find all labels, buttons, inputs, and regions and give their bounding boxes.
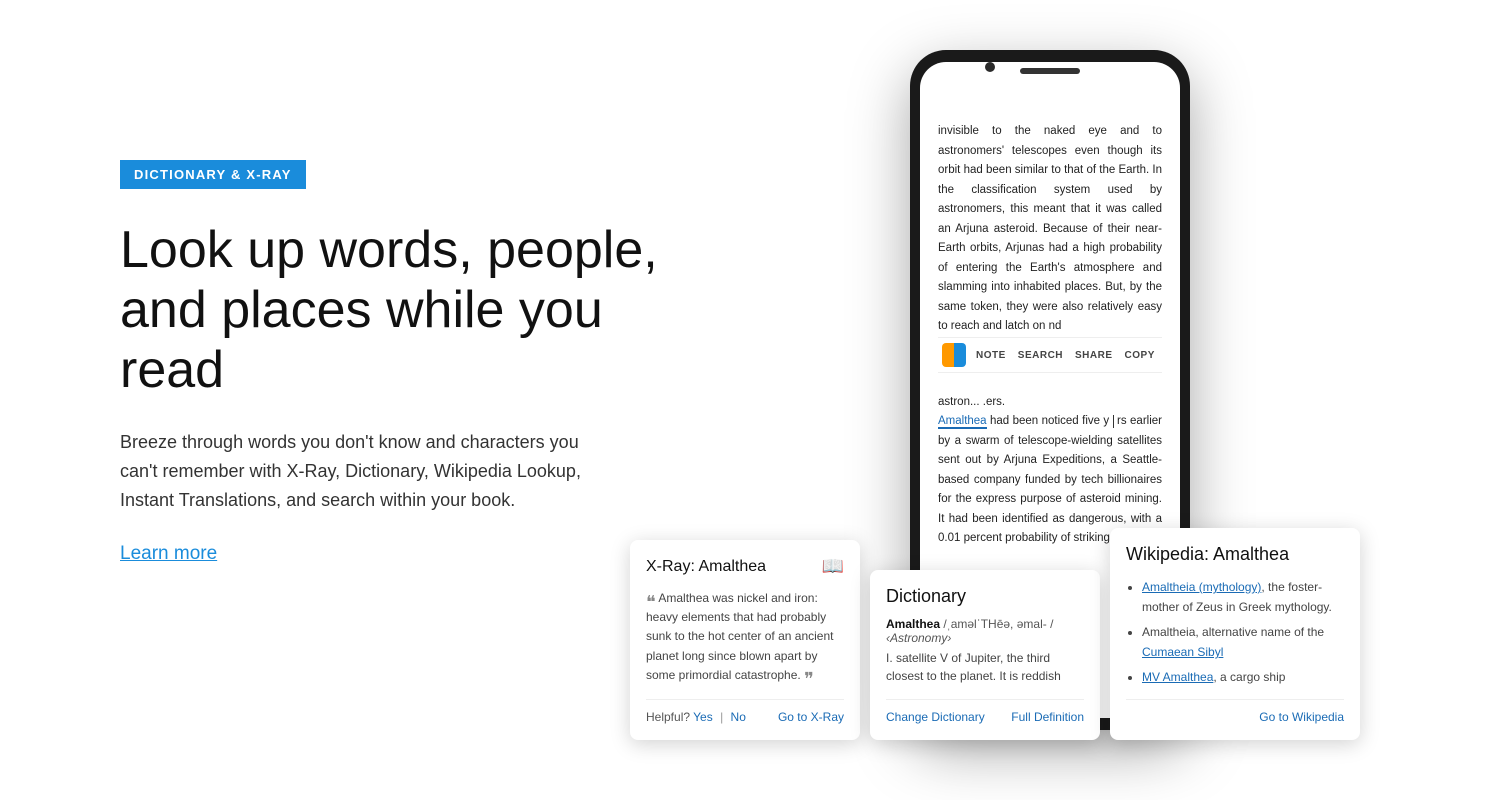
cards-area: X-Ray: Amalthea 📖 ❝ Amalthea was nickel …: [600, 580, 1500, 800]
dictionary-card: Dictionary Amalthea /ˌaməlˈTHēə, əmal- /…: [870, 570, 1100, 740]
wiki-list: Amaltheia (mythology), the foster-mother…: [1126, 577, 1344, 687]
go-to-xray-link[interactable]: Go to X-Ray: [778, 710, 844, 724]
learn-more-link[interactable]: Learn more: [120, 543, 217, 564]
wiki-link-2[interactable]: Cumaean Sibyl: [1142, 645, 1223, 659]
dict-word: Amalthea: [886, 617, 940, 631]
dict-word-line: Amalthea /ˌaməlˈTHēə, əmal- /: [886, 617, 1084, 631]
wiki-card-footer: Go to Wikipedia: [1126, 699, 1344, 724]
book-text-p5: rs earlier: [1117, 415, 1162, 427]
headline: Look up words, people, and places while …: [120, 221, 680, 400]
helpful-yes[interactable]: Yes: [693, 710, 713, 724]
xray-card-quote: ❝ Amalthea was nickel and iron: heavy el…: [646, 589, 844, 685]
dict-definition: I. satellite V of Jupiter, the third clo…: [886, 649, 1084, 685]
wiki-list-item-2: Amaltheia, alternative name of the Cumae…: [1142, 622, 1344, 663]
quote-close: ❞: [804, 669, 814, 689]
xray-card-footer: Helpful? Yes | No Go to X-Ray: [646, 699, 844, 724]
book-text-content: invisible to the naked eye and to astron…: [920, 62, 1180, 565]
full-definition-link[interactable]: Full Definition: [1011, 710, 1084, 724]
wiki-link-3[interactable]: MV Amalthea: [1142, 670, 1213, 684]
wikipedia-card: Wikipedia: Amalthea Amaltheia (mythology…: [1110, 528, 1360, 740]
left-panel: DICTIONARY & X-RAY Look up words, people…: [120, 160, 680, 565]
dict-card-footer: Change Dictionary Full Definition: [886, 699, 1084, 724]
headline-line1: Look up words, people,: [120, 221, 658, 279]
xray-card-title: X-Ray: Amalthea: [646, 558, 766, 576]
book-text-ers: .ers.: [983, 396, 1005, 408]
phone-camera: [985, 62, 995, 72]
badge-label: DICTIONARY & X-RAY: [134, 167, 292, 182]
wiki-list-item-1: Amaltheia (mythology), the foster-mother…: [1142, 577, 1344, 618]
book-text-astron: astron...: [938, 396, 980, 408]
phone-area: invisible to the naked eye and to astron…: [600, 0, 1500, 800]
kindle-icon-left: [942, 343, 954, 367]
xray-card-title-row: X-Ray: Amalthea 📖: [646, 556, 844, 577]
go-to-wikipedia-link[interactable]: Go to Wikipedia: [1259, 710, 1344, 724]
dict-pronunciation: /ˌaməlˈTHēə, əmal- /: [943, 617, 1053, 631]
helpful-label: Helpful?: [646, 710, 690, 724]
dict-category: ‹Astronomy›: [886, 631, 1084, 645]
phone-speaker: [1020, 68, 1080, 74]
subtext: Breeze through words you don't know and …: [120, 428, 620, 514]
wiki-card-title: Wikipedia: Amalthea: [1126, 544, 1344, 565]
book-text-p4: had been noticed five y: [990, 415, 1109, 427]
toolbar-note-btn[interactable]: NOTE: [970, 343, 1012, 368]
toolbar-search-btn[interactable]: SEARCH: [1012, 343, 1069, 368]
change-dictionary-link[interactable]: Change Dictionary: [886, 710, 985, 724]
toolbar-copy-btn[interactable]: COPY: [1119, 343, 1161, 368]
wiki-link-1[interactable]: Amaltheia (mythology): [1142, 580, 1261, 594]
toolbar-share-btn[interactable]: SHARE: [1069, 343, 1119, 368]
headline-line2: and places while you read: [120, 281, 603, 399]
kindle-icon-right: [954, 343, 966, 367]
kindle-icon: [942, 343, 966, 367]
text-cursor: [1113, 415, 1114, 428]
wiki-item-3-rest: , a cargo ship: [1213, 670, 1285, 684]
helpful-row: Helpful? Yes | No: [646, 710, 746, 724]
xray-card: X-Ray: Amalthea 📖 ❝ Amalthea was nickel …: [630, 540, 860, 740]
helpful-no[interactable]: No: [731, 710, 746, 724]
book-icon: 📖: [822, 556, 844, 577]
kindle-icon-container: [942, 340, 966, 370]
dict-card-title: Dictionary: [886, 586, 1084, 607]
book-text-p1: invisible to the naked eye and to astron…: [938, 125, 1162, 332]
phone-toolbar: NOTE SEARCH SHARE COPY: [938, 337, 1162, 373]
feature-badge: DICTIONARY & X-RAY: [120, 160, 306, 189]
helpful-separator: |: [720, 710, 726, 724]
highlighted-word: Amalthea: [938, 415, 987, 429]
wiki-list-item-3: MV Amalthea, a cargo ship: [1142, 667, 1344, 687]
book-text-p2: nd: [1049, 320, 1062, 332]
wiki-item-2-prefix: Amaltheia, alternative name of the: [1142, 625, 1324, 639]
